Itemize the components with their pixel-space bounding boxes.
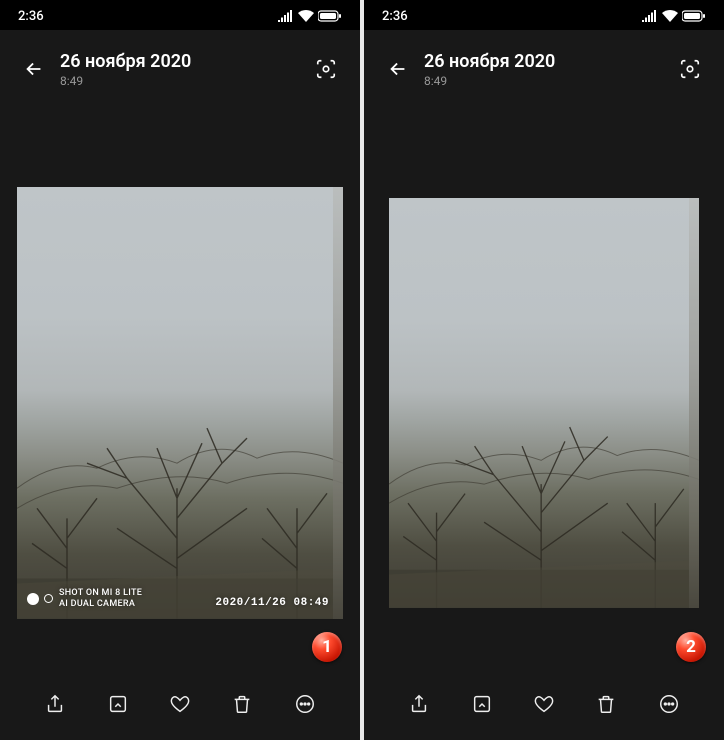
more-icon (294, 693, 316, 715)
photo-viewport[interactable] (364, 108, 724, 668)
photo-trees (389, 370, 699, 608)
header-title: 26 ноября 2020 8:49 (60, 51, 308, 88)
more-button[interactable] (647, 682, 691, 726)
photo-date: 26 ноября 2020 (60, 51, 308, 72)
arrow-left-icon (23, 58, 45, 80)
arrow-left-icon (387, 58, 409, 80)
signal-icon (642, 10, 658, 22)
watermark-dot-icon (44, 594, 53, 603)
share-icon (408, 693, 430, 715)
more-icon (658, 693, 680, 715)
trash-icon (231, 693, 253, 715)
status-icons (278, 10, 342, 22)
status-icons (642, 10, 706, 22)
photo-watermark: SHOT ON MI 8 LITE AI DUAL CAMERA (27, 588, 142, 609)
status-time: 2:36 (18, 9, 44, 24)
photo-date: 26 ноября 2020 (424, 51, 672, 72)
header-title: 26 ноября 2020 8:49 (424, 51, 672, 88)
watermark-dot-icon (27, 593, 39, 605)
favorite-button[interactable] (158, 682, 202, 726)
photo-content (389, 198, 699, 608)
delete-button[interactable] (584, 682, 628, 726)
favorite-button[interactable] (522, 682, 566, 726)
photo-time: 8:49 (424, 74, 672, 88)
edit-button[interactable] (460, 682, 504, 726)
trash-icon (595, 693, 617, 715)
photo-viewport[interactable]: SHOT ON MI 8 LITE AI DUAL CAMERA 2020/11… (0, 108, 360, 668)
app-header: 26 ноября 2020 8:49 (0, 30, 360, 108)
delete-button[interactable] (220, 682, 264, 726)
annotation-badge: 2 (676, 632, 706, 662)
wifi-icon (298, 10, 314, 22)
photo-time: 8:49 (60, 74, 308, 88)
photo-content: SHOT ON MI 8 LITE AI DUAL CAMERA 2020/11… (17, 187, 343, 619)
status-time: 2:36 (382, 9, 408, 24)
share-button[interactable] (397, 682, 441, 726)
phone-screenshot-right: 2:36 26 ноября 2020 8:49 (362, 0, 724, 740)
phone-screenshot-left: 2:36 26 ноября 2020 8:49 (0, 0, 362, 740)
photo-trees (17, 368, 343, 619)
battery-icon (682, 10, 706, 22)
share-button[interactable] (33, 682, 77, 726)
heart-icon (533, 693, 555, 715)
edit-icon (471, 693, 493, 715)
back-button[interactable] (380, 51, 416, 87)
google-lens-icon (679, 58, 701, 80)
wifi-icon (662, 10, 678, 22)
status-bar: 2:36 (364, 0, 724, 30)
google-lens-button[interactable] (672, 51, 708, 87)
annotation-badge: 1 (312, 632, 342, 662)
bottom-toolbar (0, 668, 360, 740)
google-lens-icon (315, 58, 337, 80)
signal-icon (278, 10, 294, 22)
back-button[interactable] (16, 51, 52, 87)
more-button[interactable] (283, 682, 327, 726)
watermark-line1: SHOT ON MI 8 LITE (59, 588, 142, 598)
edit-button[interactable] (96, 682, 140, 726)
heart-icon (169, 693, 191, 715)
battery-icon (318, 10, 342, 22)
status-bar: 2:36 (0, 0, 360, 30)
share-icon (44, 693, 66, 715)
watermark-timestamp: 2020/11/26 08:49 (215, 597, 329, 609)
app-header: 26 ноября 2020 8:49 (364, 30, 724, 108)
bottom-toolbar (364, 668, 724, 740)
google-lens-button[interactable] (308, 51, 344, 87)
watermark-line2: AI DUAL CAMERA (59, 599, 142, 609)
edit-icon (107, 693, 129, 715)
